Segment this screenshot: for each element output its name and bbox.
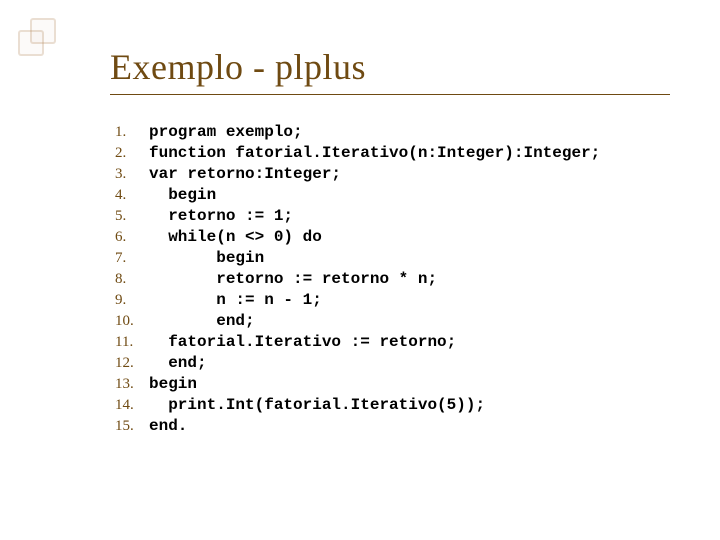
- line-text: begin: [149, 375, 197, 393]
- line-text: program exemplo;: [149, 123, 303, 141]
- line-number: 12.: [115, 355, 149, 372]
- line-text: while(n <> 0) do: [149, 228, 322, 246]
- code-line: 15. end.: [115, 417, 670, 435]
- line-number: 1.: [115, 124, 149, 141]
- code-line: 9. n := n - 1;: [115, 291, 670, 309]
- slide: Exemplo - plplus 1. program exemplo; 2. …: [0, 0, 720, 540]
- line-number: 7.: [115, 250, 149, 267]
- line-text: function fatorial.Iterativo(n:Integer):I…: [149, 144, 600, 162]
- code-line: 14. print.Int(fatorial.Iterativo(5));: [115, 396, 670, 414]
- line-text: end;: [149, 312, 255, 330]
- code-line: 2. function fatorial.Iterativo(n:Integer…: [115, 144, 670, 162]
- line-number: 14.: [115, 397, 149, 414]
- code-line: 6. while(n <> 0) do: [115, 228, 670, 246]
- line-text: retorno := retorno * n;: [149, 270, 437, 288]
- code-line: 11. fatorial.Iterativo := retorno;: [115, 333, 670, 351]
- line-text: begin: [149, 249, 264, 267]
- line-number: 6.: [115, 229, 149, 246]
- deco-square-icon: [30, 18, 56, 44]
- title-rule: [110, 94, 670, 95]
- line-number: 4.: [115, 187, 149, 204]
- line-number: 15.: [115, 418, 149, 435]
- code-line: 3. var retorno:Integer;: [115, 165, 670, 183]
- code-line: 7. begin: [115, 249, 670, 267]
- slide-title: Exemplo - plplus: [110, 46, 670, 88]
- line-text: end.: [149, 417, 187, 435]
- code-line: 5. retorno := 1;: [115, 207, 670, 225]
- line-number: 11.: [115, 334, 149, 351]
- line-text: fatorial.Iterativo := retorno;: [149, 333, 456, 351]
- line-text: n := n - 1;: [149, 291, 322, 309]
- code-listing: 1. program exemplo; 2. function fatorial…: [115, 123, 670, 435]
- line-number: 10.: [115, 313, 149, 330]
- line-number: 8.: [115, 271, 149, 288]
- code-line: 8. retorno := retorno * n;: [115, 270, 670, 288]
- line-number: 13.: [115, 376, 149, 393]
- line-number: 9.: [115, 292, 149, 309]
- line-text: retorno := 1;: [149, 207, 293, 225]
- code-line: 13. begin: [115, 375, 670, 393]
- code-line: 1. program exemplo;: [115, 123, 670, 141]
- code-line: 10. end;: [115, 312, 670, 330]
- code-line: 4. begin: [115, 186, 670, 204]
- line-text: var retorno:Integer;: [149, 165, 341, 183]
- corner-decoration: [18, 18, 56, 56]
- line-text: end;: [149, 354, 207, 372]
- line-text: begin: [149, 186, 216, 204]
- line-number: 5.: [115, 208, 149, 225]
- code-line: 12. end;: [115, 354, 670, 372]
- line-text: print.Int(fatorial.Iterativo(5));: [149, 396, 485, 414]
- line-number: 3.: [115, 166, 149, 183]
- line-number: 2.: [115, 145, 149, 162]
